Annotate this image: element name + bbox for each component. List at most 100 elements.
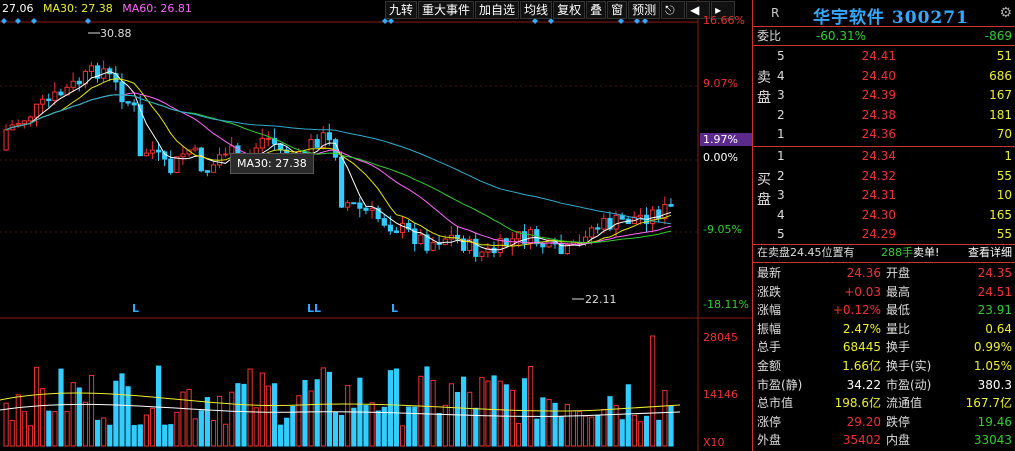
toolbar-overlay-button[interactable]: 叠 bbox=[586, 1, 607, 19]
volume-bar bbox=[265, 385, 271, 447]
ask-row-2[interactable]: 2 24.38 181 bbox=[753, 106, 1015, 124]
stock-title[interactable]: 华宇软件 300271 bbox=[813, 3, 969, 28]
bid-row-1[interactable]: 1 24.34 1 bbox=[753, 147, 1015, 165]
toolbar-add-watchlist-button[interactable]: 加自选 bbox=[475, 1, 520, 19]
candle-body bbox=[180, 153, 186, 158]
volume-bar bbox=[296, 395, 302, 447]
volume-bar bbox=[284, 417, 290, 447]
volume-bar bbox=[613, 405, 619, 447]
gear-icon[interactable]: ⚙ bbox=[999, 5, 1012, 21]
candle-body bbox=[503, 238, 509, 247]
candle-body bbox=[168, 158, 174, 173]
volume-bar bbox=[339, 414, 345, 447]
ask-row-5[interactable]: 5 24.41 51 bbox=[753, 47, 1015, 65]
toolbar-jiuzhuan-button[interactable]: 九转 bbox=[385, 1, 418, 19]
ask-price: 24.36 bbox=[861, 127, 896, 141]
volume-bar bbox=[546, 399, 552, 447]
volume-bar bbox=[436, 412, 442, 447]
weibi-pct: -60.31% bbox=[815, 29, 866, 43]
toolbar-adjust-button[interactable]: 复权 bbox=[553, 1, 586, 19]
candle-body bbox=[589, 227, 595, 238]
volume-bar bbox=[467, 391, 473, 447]
candle-body bbox=[156, 149, 162, 153]
volume-bar bbox=[88, 375, 95, 447]
volume-bar bbox=[162, 424, 168, 447]
bid-row-2[interactable]: 2 24.32 55 bbox=[753, 167, 1015, 185]
quote-v1: +0.03 bbox=[844, 284, 881, 299]
bid-volume: 10 bbox=[996, 188, 1012, 202]
lock-icon[interactable]: ⎋ bbox=[661, 1, 686, 19]
ma5-line bbox=[5, 71, 672, 251]
bid-level: 1 bbox=[777, 149, 785, 163]
quote-k2: 最高 bbox=[886, 284, 911, 299]
toolbar-forecast-button[interactable]: 预测 bbox=[628, 1, 661, 19]
volume-bar bbox=[15, 394, 21, 447]
ask-price: 24.41 bbox=[861, 49, 896, 63]
volume-bar bbox=[540, 397, 546, 447]
candle-body bbox=[52, 91, 58, 102]
quote-v1: 34.22 bbox=[846, 377, 881, 392]
volume-bar bbox=[625, 384, 631, 447]
candle-body bbox=[326, 132, 332, 141]
low-price-label: 22.11 bbox=[585, 293, 617, 306]
quote-v2: 33043 bbox=[973, 433, 1012, 448]
vol-axis-mid: 14146 bbox=[703, 388, 738, 401]
volume-bar bbox=[583, 415, 589, 447]
bid-row-4[interactable]: 4 24.30 165 bbox=[753, 206, 1015, 224]
ask-row-3[interactable]: 3 24.39 167 bbox=[753, 86, 1015, 104]
candle-body bbox=[479, 251, 485, 257]
volume-bar bbox=[198, 410, 204, 447]
volume-bar bbox=[131, 425, 137, 447]
ma20-line bbox=[5, 92, 672, 245]
volume-bar bbox=[607, 396, 613, 447]
bid-row-3[interactable]: 3 24.31 10 bbox=[753, 186, 1015, 204]
high-price-label: 30.88 bbox=[100, 27, 132, 40]
bid-row-5[interactable]: 5 24.29 55 bbox=[753, 225, 1015, 243]
event-marker-icon bbox=[85, 18, 91, 24]
quote-k2: 换手 bbox=[886, 340, 911, 355]
ask-price: 24.40 bbox=[861, 68, 896, 83]
volume-bar bbox=[70, 382, 76, 447]
quote-v2: 19.46 bbox=[977, 414, 1012, 429]
volume-bar bbox=[637, 421, 644, 447]
candle-body bbox=[223, 153, 229, 156]
toolbar-ma-button[interactable]: 均线 bbox=[520, 1, 553, 19]
quote-k2: 最低 bbox=[886, 303, 911, 318]
volume-bar bbox=[113, 380, 119, 447]
quote-k1: 涨幅 bbox=[757, 303, 782, 318]
volume-bar bbox=[235, 383, 241, 447]
candle-body bbox=[637, 214, 644, 218]
ask-volume: 181 bbox=[989, 107, 1012, 122]
volume-bar bbox=[418, 375, 424, 447]
quote-k1: 涨停 bbox=[757, 414, 782, 429]
bid-level: 5 bbox=[777, 227, 785, 241]
ask-row-1[interactable]: 1 24.36 70 bbox=[753, 125, 1015, 143]
quote-k1: 总市值 bbox=[757, 396, 794, 411]
ask-volume: 167 bbox=[989, 88, 1012, 102]
volume-bar bbox=[46, 410, 52, 447]
quote-k1: 市盈(静) bbox=[757, 377, 803, 392]
candle-body bbox=[125, 101, 131, 104]
quote-v2: 24.51 bbox=[977, 284, 1012, 299]
volume-bar bbox=[40, 388, 46, 447]
view-detail-link[interactable]: 查看详细 bbox=[968, 245, 1012, 261]
candle-body bbox=[369, 207, 375, 211]
bid-volume: 1 bbox=[1004, 149, 1012, 163]
toolbar-window-button[interactable]: 窗 bbox=[607, 1, 628, 19]
quote-v1: +0.12% bbox=[832, 303, 881, 318]
kline-chart-svg[interactable] bbox=[0, 0, 752, 451]
volume-bar bbox=[247, 368, 253, 447]
volume-bar bbox=[174, 411, 180, 447]
ask-row-4[interactable]: 4 24.40 686 bbox=[753, 67, 1015, 85]
quote-v2: 167.7亿 bbox=[965, 396, 1012, 411]
volume-bar bbox=[229, 391, 235, 447]
kline-chart-area[interactable]: 27.06 MA30: 27.38 MA60: 26.81 九转 重大事件 加自… bbox=[0, 0, 755, 451]
volume-bar bbox=[363, 405, 369, 447]
axis-pct-2: 9.07% bbox=[703, 77, 738, 90]
l-marker-1: L bbox=[132, 302, 140, 315]
quote-v2: 1.05% bbox=[973, 359, 1012, 373]
toolbar-events-button[interactable]: 重大事件 bbox=[418, 1, 475, 19]
candle-body bbox=[149, 149, 156, 154]
volume-bar bbox=[393, 368, 400, 447]
candle-body bbox=[198, 147, 204, 172]
